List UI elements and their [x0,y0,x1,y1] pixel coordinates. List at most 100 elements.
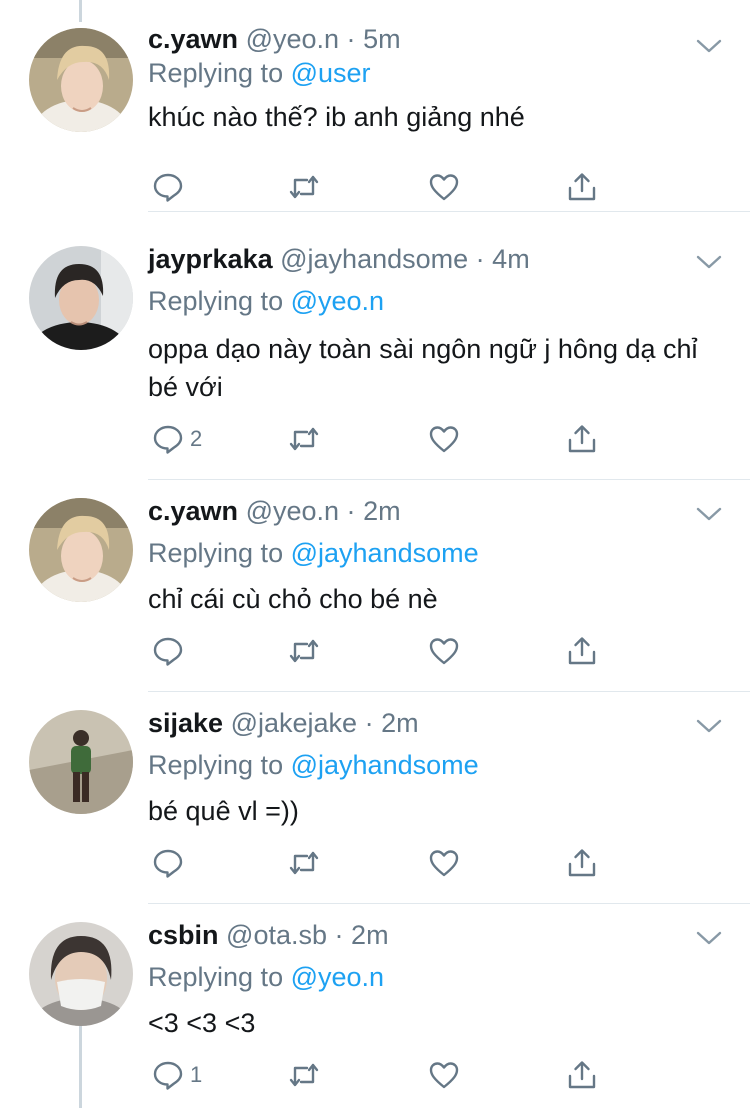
tweet-text: chỉ cái cù chỏ cho bé nè [148,584,438,614]
avatar[interactable] [29,922,133,1026]
share-icon [568,1061,596,1089]
display-name[interactable]: csbin [148,920,219,950]
tweet[interactable]: c.yawn @yeo.n · 2m Replying to @jayhands… [0,480,750,692]
action-bar [148,634,618,668]
chevron-down-icon[interactable] [694,504,724,524]
like-button[interactable] [428,846,460,880]
retweet-button[interactable] [288,422,320,456]
avatar[interactable] [29,498,133,602]
handle[interactable]: @jakejake [231,708,357,738]
share-button[interactable] [566,846,598,880]
reply-button[interactable] [152,170,190,204]
replying-label: Replying to [148,58,284,88]
separator: · [475,244,485,274]
action-bar [148,170,618,204]
timestamp[interactable]: 2m [381,708,419,738]
timestamp[interactable]: 2m [351,920,389,950]
display-name[interactable]: c.yawn [148,496,238,526]
reply-icon [153,173,183,202]
chevron-down-icon[interactable] [694,252,724,272]
share-icon [568,637,596,665]
separator: · [346,496,356,526]
handle[interactable]: @jayhandsome [280,244,468,274]
reply-icon [153,849,183,878]
standing-person-avatar [29,710,133,814]
reply-button[interactable] [152,634,190,668]
separator: · [346,24,356,54]
like-button[interactable] [428,634,460,668]
avatar[interactable] [29,710,133,814]
replying-label: Replying to [148,286,284,316]
divider [148,211,750,212]
reply-button[interactable]: 1 [152,1058,202,1092]
tweet[interactable]: c.yawn @yeo.n · 5m Replying to @user khú… [0,0,750,212]
share-button[interactable] [566,170,598,204]
replying-label: Replying to [148,538,284,568]
separator: · [364,708,374,738]
mention-link[interactable]: @yeo.n [291,962,384,992]
separator: · [334,920,344,950]
retweet-button[interactable] [288,634,320,668]
share-button[interactable] [566,634,598,668]
tweet-text: oppa dạo này toàn sài ngôn ngữ j hông dạ… [148,334,698,402]
retweet-icon [289,1063,319,1087]
share-icon [568,425,596,453]
retweet-button[interactable] [288,1058,320,1092]
avatar[interactable] [29,28,133,132]
tweet[interactable]: jayprkaka @jayhandsome · 4m Replying to … [0,222,750,480]
retweet-button[interactable] [288,846,320,880]
handle[interactable]: @yeo.n [246,496,339,526]
mention-link[interactable]: @jayhandsome [291,538,479,568]
retweet-button[interactable] [288,170,320,204]
reply-icon [153,425,183,454]
blonde-person-avatar [29,28,133,132]
mention-link[interactable]: @jayhandsome [291,750,479,780]
action-bar: 1 [148,1058,618,1092]
timestamp[interactable]: 5m [363,24,401,54]
retweet-icon [289,427,319,451]
reply-button[interactable]: 2 [152,422,202,456]
heart-icon [429,426,459,453]
mention-link[interactable]: @user [291,58,371,88]
display-name[interactable]: jayprkaka [148,244,273,274]
display-name[interactable]: c.yawn [148,24,238,54]
timestamp[interactable]: 4m [492,244,530,274]
share-icon [568,173,596,201]
timestamp[interactable]: 2m [363,496,401,526]
replying-label: Replying to [148,750,284,780]
like-button[interactable] [428,422,460,456]
tweet-text: bé quê vl =)) [148,796,299,826]
heart-icon [429,174,459,201]
display-name[interactable]: sijake [148,708,223,738]
reply-count: 1 [190,1062,203,1087]
heart-icon [429,1062,459,1089]
mention-link[interactable]: @yeo.n [291,286,384,316]
replying-label: Replying to [148,962,284,992]
blonde-person-avatar [29,498,133,602]
chevron-down-icon[interactable] [694,716,724,736]
chevron-down-icon[interactable] [694,36,724,56]
like-button[interactable] [428,170,460,204]
reply-count: 2 [190,426,203,451]
share-button[interactable] [566,1058,598,1092]
tweet[interactable]: csbin @ota.sb · 2m Replying to @yeo.n <3… [0,904,750,1108]
dark-hair-person-avatar [29,246,133,350]
like-button[interactable] [428,1058,460,1092]
tweet-text: <3 <3 <3 [148,1008,256,1038]
handle[interactable]: @yeo.n [246,24,339,54]
reply-icon [153,1061,183,1090]
retweet-icon [289,175,319,199]
tweet[interactable]: sijake @jakejake · 2m Replying to @jayha… [0,692,750,904]
chevron-down-icon[interactable] [694,928,724,948]
handle[interactable]: @ota.sb [226,920,327,950]
retweet-icon [289,639,319,663]
action-bar [148,846,618,880]
masked-person-avatar [29,922,133,1026]
reply-icon [153,637,183,666]
reply-button[interactable] [152,846,190,880]
action-bar: 2 [148,422,618,456]
avatar[interactable] [29,246,133,350]
heart-icon [429,638,459,665]
share-button[interactable] [566,422,598,456]
retweet-icon [289,851,319,875]
